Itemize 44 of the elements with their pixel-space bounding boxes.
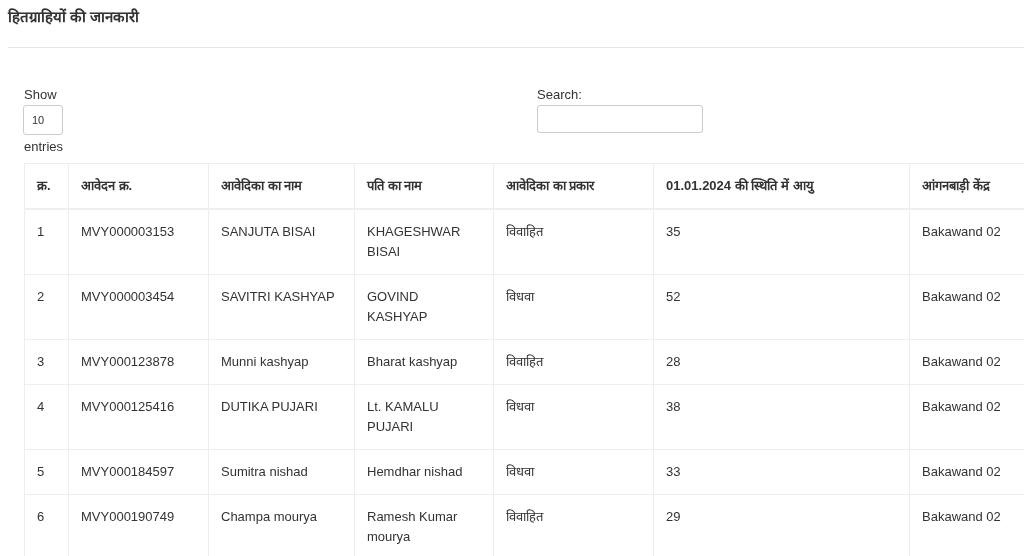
page-title: हितग्राहियों की जानकारी [6, 7, 141, 27]
table-cell: विधवा [493, 274, 654, 340]
table-cell: 52 [653, 274, 910, 340]
column-header[interactable]: आवेदिका का प्रकार [493, 163, 654, 209]
table-cell: 3 [24, 339, 69, 385]
page-length-select[interactable]: 10 [23, 105, 63, 135]
table-cell: 1 [24, 209, 69, 275]
table-cell: MVY000123878 [68, 339, 209, 385]
table-cell: विधवा [493, 449, 654, 495]
table-cell: MVY000184597 [68, 449, 209, 495]
table-cell: Bharat kashyap [354, 339, 494, 385]
column-header[interactable]: क्र. [24, 163, 69, 209]
table-cell: KHAGESHWAR BISAI [354, 209, 494, 275]
search-label: Search: [537, 86, 583, 103]
table-cell: SAVITRI KASHYAP [208, 274, 355, 340]
column-header[interactable]: 01.01.2024 की स्थिति में आयु [653, 163, 910, 209]
column-header[interactable]: आंगनबाड़ी केंद्र [909, 163, 1024, 209]
table-cell: 28 [653, 339, 910, 385]
table-cell: Lt. KAMALU PUJARI [354, 384, 494, 450]
table-cell: Hemdhar nishad [354, 449, 494, 495]
column-header[interactable]: पति का नाम [354, 163, 494, 209]
table-cell: 6 [24, 494, 69, 556]
table-cell: 5 [24, 449, 69, 495]
table-cell: GOVIND KASHYAP [354, 274, 494, 340]
table-cell: 33 [653, 449, 910, 495]
table-cell: 4 [24, 384, 69, 450]
table-cell: MVY000003454 [68, 274, 209, 340]
table-cell: विधवा [493, 384, 654, 450]
table-cell: SANJUTA BISAI [208, 209, 355, 275]
entries-label: entries [24, 138, 64, 155]
table-cell: DUTIKA PUJARI [208, 384, 355, 450]
table-cell: 2 [24, 274, 69, 340]
table-cell: 35 [653, 209, 910, 275]
show-label: Show [24, 86, 57, 103]
table-cell: 38 [653, 384, 910, 450]
search-field[interactable] [537, 105, 703, 133]
table-cell: Sumitra nishad [208, 449, 355, 495]
table-cell: विवाहित [493, 209, 654, 275]
column-header[interactable]: आवेदिका का नाम [208, 163, 355, 209]
table-cell: MVY000003153 [68, 209, 209, 275]
table-cell: MVY000125416 [68, 384, 209, 450]
table-cell: विवाहित [493, 339, 654, 385]
table-cell: Munni kashyap [208, 339, 355, 385]
column-header[interactable]: आवेदन क्र. [68, 163, 209, 209]
